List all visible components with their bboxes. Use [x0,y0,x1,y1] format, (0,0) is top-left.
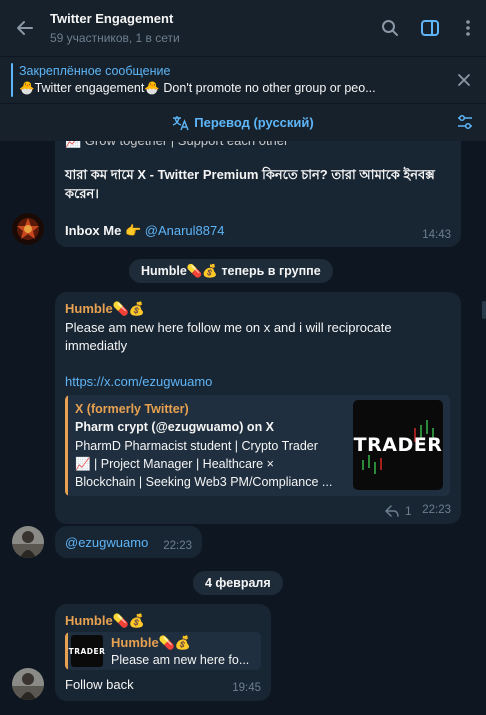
avatar[interactable] [12,668,44,700]
sidebar-panel-icon [421,20,439,36]
mention-link[interactable]: @ezugwuamo [65,535,148,550]
service-message: Humble💊💰 теперь в группе [129,259,333,283]
search-button[interactable] [370,0,410,56]
pinned-body: 🐣Twitter engagement🐣 Don't promote no ot… [19,81,376,95]
message-time: 22:23 [422,504,451,516]
message-bubble[interactable]: @ezugwuamo 22:23 [55,526,202,558]
mention-link[interactable]: @Anarul8874 [145,223,225,238]
message-text: Please am new here follow me on x and i … [65,320,392,335]
pinned-title: Закреплённое сообщение [19,64,171,78]
link-preview[interactable]: X (formerly Twitter) Pharm crypt (@ezugw… [65,395,450,496]
message-link[interactable]: https://x.com/ezugwuamo [65,374,212,389]
sidebar-toggle-button[interactable] [410,0,450,56]
arrow-left-icon [17,21,33,35]
message-list[interactable]: 📈 Grow together | Support each other যার… [0,141,486,715]
avatar-emblem-icon [12,213,44,245]
chat-header: Twitter Engagement 59 участников, 1 в се… [0,0,486,56]
reply-text: Please am new here fo... [111,653,250,667]
replies-indicator[interactable]: 1 [385,504,412,518]
avatar-photo-icon [12,526,44,558]
reply-quote[interactable]: TRADER Humble💊💰 Please am new here fo... [65,632,261,670]
search-icon [382,20,398,36]
avatar[interactable] [12,526,44,558]
sliders-icon [458,114,472,130]
pinned-bar [11,63,13,97]
pinned-message[interactable]: Закреплённое сообщение 🐣Twitter engageme… [0,57,486,103]
close-pinned-button[interactable] [442,57,486,103]
chat-subtitle: 59 участников, 1 в сети [50,31,180,45]
scrollbar-thumb[interactable] [482,301,486,319]
close-icon [458,74,470,86]
more-vertical-icon [466,20,470,36]
message-text: যারা কম দামে X - Twitter Premium কিনতে চ… [65,167,435,201]
date-text: 4 февраля [205,576,271,590]
chat-info[interactable]: Twitter Engagement 59 участников, 1 в се… [50,11,370,45]
preview-description: Blockchain | Seeking Web3 PM/Compliance … [75,475,333,489]
service-text: Humble💊💰 теперь в группе [141,263,321,278]
reply-icon [385,505,399,517]
avatar-photo-icon [12,668,44,700]
more-button[interactable] [450,0,486,56]
preview-image[interactable]: TRADER [353,400,443,490]
preview-bar [65,395,68,496]
translate-button[interactable]: Перевод (русский) [172,115,314,131]
message-text: Follow back [65,677,134,692]
translate-settings-button[interactable] [456,113,474,135]
sender-name[interactable]: Humble💊💰 [65,613,145,629]
back-button[interactable] [0,0,50,56]
preview-title: Pharm crypt (@ezugwuamo) on X [75,420,275,434]
message-text-cut: 📈 Grow together | Support each other [65,141,288,149]
message-bubble[interactable]: Humble💊💰 Please am new here follow me on… [55,292,461,524]
reply-sender: Humble💊💰 [111,635,192,650]
message-bubble[interactable]: 📈 Grow together | Support each other যার… [55,141,461,247]
message-bubble[interactable]: Humble💊💰 TRADER Humble💊💰 Please am new h… [55,604,271,701]
preview-site: X (formerly Twitter) [75,402,189,416]
sender-name[interactable]: Humble💊💰 [65,301,145,317]
avatar[interactable] [12,213,44,245]
preview-description: 📈 | Project Manager | Healthcare × [75,457,274,471]
translate-icon [173,115,189,130]
message-text: Inbox Me 👉 [65,223,142,238]
message-text: immediatly [65,338,128,353]
reply-bar [65,632,68,670]
message-time: 14:43 [422,229,451,241]
preview-image-text: TRADER [353,434,443,456]
preview-description: PharmD Pharmacist student | Crypto Trade… [75,439,318,453]
reply-thumbnail: TRADER [68,635,106,667]
reply-thumbnail-text: TRADER [68,646,106,656]
message-time: 22:23 [163,540,192,552]
scrollbar[interactable] [482,141,486,715]
replies-count: 1 [405,504,412,518]
translate-label: Перевод (русский) [194,115,314,130]
message-time: 19:45 [232,682,261,694]
chat-title: Twitter Engagement [50,11,174,26]
message-line: Inbox Me 👉 @Anarul8874 [65,223,224,239]
translate-bar: Перевод (русский) [0,104,486,141]
date-separator: 4 февраля [193,571,283,595]
